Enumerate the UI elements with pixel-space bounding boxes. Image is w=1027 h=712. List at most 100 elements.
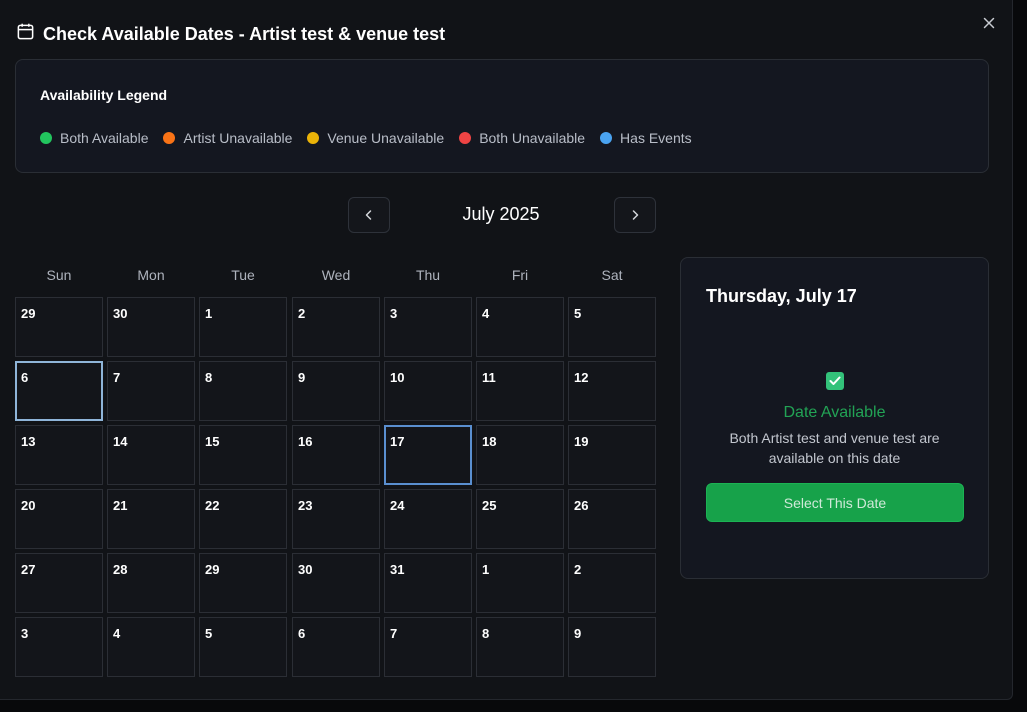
calendar-day[interactable]: 11 (476, 361, 564, 421)
calendar-day[interactable]: 3 (384, 297, 472, 357)
legend-item: Both Available (40, 130, 148, 146)
calendar-day[interactable]: 15 (199, 425, 287, 485)
calendar-day[interactable]: 5 (199, 617, 287, 677)
calendar-day[interactable]: 4 (107, 617, 195, 677)
calendar-day[interactable]: 19 (568, 425, 656, 485)
day-number: 8 (205, 370, 213, 385)
day-number: 11 (482, 370, 496, 385)
calendar-day[interactable]: 23 (292, 489, 380, 549)
calendar-day[interactable]: 31 (384, 553, 472, 613)
day-number: 29 (205, 562, 220, 577)
calendar-day[interactable]: 5 (568, 297, 656, 357)
calendar-day[interactable]: 29 (199, 553, 287, 613)
day-number: 14 (113, 434, 128, 449)
day-number: 31 (390, 562, 405, 577)
calendar-day[interactable]: 7 (107, 361, 195, 421)
calendar-day[interactable]: 26 (568, 489, 656, 549)
day-number: 20 (21, 498, 36, 513)
calendar-day[interactable]: 20 (15, 489, 103, 549)
calendar-day[interactable]: 6 (15, 361, 103, 421)
calendar-day[interactable]: 2 (568, 553, 656, 613)
day-number: 12 (574, 370, 589, 385)
day-number: 8 (482, 626, 490, 641)
calendar-day[interactable]: 10 (384, 361, 472, 421)
check-dates-dialog: Check Available Dates - Artist test & ve… (0, 0, 1013, 700)
calendar-day[interactable]: 27 (15, 553, 103, 613)
day-number: 23 (298, 498, 313, 513)
weekday-header: Tue (231, 267, 255, 283)
day-number: 7 (113, 370, 121, 385)
calendar-day[interactable]: 30 (292, 553, 380, 613)
weekday-header: Sat (601, 267, 623, 283)
calendar-day[interactable]: 4 (476, 297, 564, 357)
day-number: 6 (21, 370, 29, 385)
legend-dot (40, 132, 52, 144)
calendar-day[interactable]: 7 (384, 617, 472, 677)
day-number: 10 (390, 370, 405, 385)
day-number: 29 (21, 306, 36, 321)
day-number: 4 (113, 626, 121, 641)
date-detail-panel: Thursday, July 17 Date Available Both Ar… (680, 257, 989, 579)
calendar-day[interactable]: 16 (292, 425, 380, 485)
legend-title: Availability Legend (40, 87, 168, 103)
chevron-left-icon (365, 210, 372, 220)
check-icon (826, 372, 844, 390)
day-number: 7 (390, 626, 398, 641)
legend-dot (307, 132, 320, 144)
calendar-day[interactable]: 3 (15, 617, 103, 677)
day-number: 16 (298, 434, 313, 449)
availability-status: Date Available (783, 404, 886, 421)
day-number: 1 (205, 306, 213, 321)
calendar-day[interactable]: 28 (107, 553, 195, 613)
calendar-day[interactable]: 9 (568, 617, 656, 677)
calendar-day[interactable]: 18 (476, 425, 564, 485)
legend-item: Artist Unavailable (163, 130, 292, 146)
select-date-button[interactable]: Select This Date (706, 483, 964, 522)
legend-item: Both Unavailable (459, 130, 585, 146)
legend-label: Artist Unavailable (183, 130, 293, 146)
day-number: 9 (574, 626, 582, 641)
legend-item: Venue Unavailable (307, 130, 444, 146)
calendar-day[interactable]: 30 (107, 297, 195, 357)
calendar-day[interactable]: 24 (384, 489, 472, 549)
close-icon[interactable] (980, 14, 998, 32)
calendar-day[interactable]: 1 (476, 553, 564, 613)
dialog-title-text: Check Available Dates - Artist test & ve… (43, 23, 446, 44)
weekday-header: Thu (415, 267, 441, 283)
legend-dot (459, 132, 472, 144)
day-number: 3 (21, 626, 29, 641)
next-month-button[interactable] (614, 197, 656, 233)
day-number: 5 (574, 306, 582, 321)
day-number: 6 (298, 626, 306, 641)
month-label: July 2025 (462, 204, 540, 224)
day-number: 30 (113, 306, 128, 321)
availability-legend: Availability Legend Both Available Artist… (15, 59, 989, 173)
calendar-day[interactable]: 2 (292, 297, 380, 357)
day-number: 3 (390, 306, 398, 321)
calendar-day[interactable]: 1 (199, 297, 287, 357)
calendar-day[interactable]: 17 (384, 425, 472, 485)
day-number: 27 (21, 562, 36, 577)
day-number: 4 (482, 306, 490, 321)
calendar-icon (16, 22, 35, 46)
weekday-header: Sun (46, 267, 72, 283)
calendar-day[interactable]: 6 (292, 617, 380, 677)
calendar-day[interactable]: 8 (476, 617, 564, 677)
dialog-title: Check Available Dates - Artist test & ve… (16, 22, 445, 46)
weekday-header: Mon (137, 267, 165, 283)
calendar-day[interactable]: 8 (199, 361, 287, 421)
calendar-day[interactable]: 29 (15, 297, 103, 357)
calendar-day[interactable]: 13 (15, 425, 103, 485)
day-number: 2 (298, 306, 306, 321)
calendar-day[interactable]: 14 (107, 425, 195, 485)
chevron-right-icon (632, 210, 639, 220)
calendar-day[interactable]: 22 (199, 489, 287, 549)
calendar-day[interactable]: 21 (107, 489, 195, 549)
legend-dot (600, 132, 613, 144)
calendar-day[interactable]: 9 (292, 361, 380, 421)
prev-month-button[interactable] (348, 197, 390, 233)
calendar-day[interactable]: 25 (476, 489, 564, 549)
day-number: 9 (298, 370, 306, 385)
day-number: 28 (113, 562, 128, 577)
calendar-day[interactable]: 12 (568, 361, 656, 421)
